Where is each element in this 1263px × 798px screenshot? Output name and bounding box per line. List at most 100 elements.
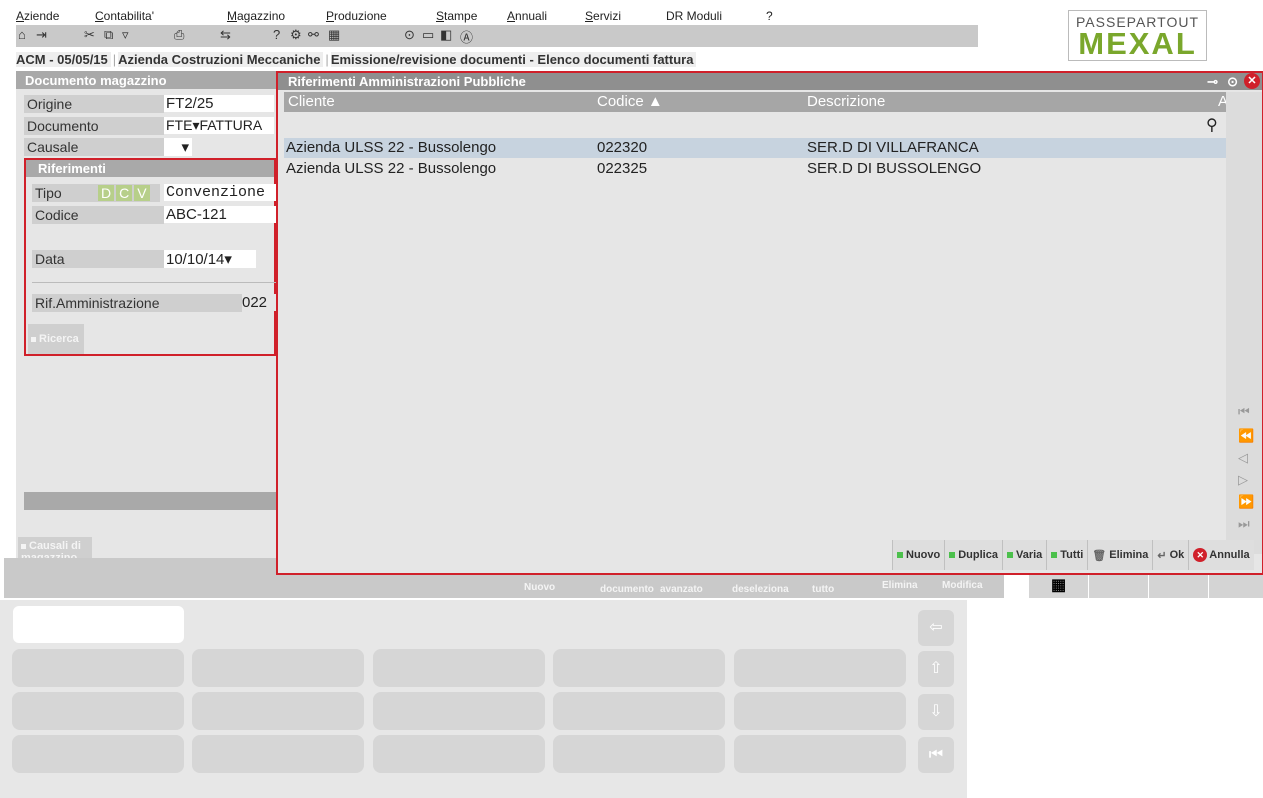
keypad-button[interactable] — [373, 735, 545, 773]
shift-up-icon[interactable]: ⇧ — [918, 651, 954, 687]
table-row[interactable]: Azienda ULSS 22 - Bussolengo 022320 SER.… — [284, 138, 1226, 158]
keypad-input[interactable] — [13, 606, 184, 643]
search-icon[interactable]: ⚲ — [1206, 115, 1218, 135]
data-field[interactable]: 10/10/14▾ — [164, 250, 256, 268]
arrows-icon[interactable]: ⇆ — [220, 27, 231, 43]
varia-button[interactable]: Varia — [1001, 540, 1047, 570]
print-icon[interactable]: ⎙ — [174, 27, 184, 43]
cancel-icon: ✕ — [1193, 548, 1208, 562]
dialog-title: Riferimenti Amministrazioni Pubbliche ⊸ … — [278, 73, 1262, 90]
last-page-icon[interactable]: ⏭ — [1238, 516, 1250, 532]
keypad-button[interactable] — [12, 649, 184, 687]
keypad-button[interactable] — [192, 649, 364, 687]
col-descrizione[interactable]: Descrizione — [807, 93, 885, 110]
menu-magazzino[interactable]: Magazzino — [227, 9, 285, 23]
grid-slot — [1088, 573, 1148, 598]
next-page-icon[interactable]: ⏩ — [1238, 494, 1254, 510]
keypad-button[interactable] — [373, 649, 545, 687]
next-icon[interactable]: ▷ — [1238, 472, 1248, 488]
close-icon[interactable]: ✕ — [1244, 73, 1260, 89]
tipo-selector: D C V — [96, 184, 160, 202]
documento-field[interactable]: FTE▾FATTURA — [164, 117, 274, 134]
link-icon[interactable]: ⚯ — [308, 27, 319, 43]
tutti-button[interactable]: Tutti — [1046, 540, 1088, 570]
home-icon[interactable]: ⌂ — [18, 27, 26, 42]
tipo-d[interactable]: D — [98, 185, 115, 201]
vertical-scrollbar[interactable]: ⏮ ⏪ ◁ ▷ ⏩ ⏭ — [1226, 92, 1262, 554]
riferimenti-pa-dialog: Riferimenti Amministrazioni Pubbliche ⊸ … — [276, 71, 1263, 575]
keypad-button[interactable] — [12, 735, 184, 773]
codice-label: Codice — [32, 206, 164, 224]
calculator-icon[interactable]: ▦ — [328, 27, 340, 43]
codice-field[interactable]: ABC-121 — [164, 206, 276, 223]
breadcrumb: ACM - 05/05/15 | Azienda Costruzioni Mecca… — [16, 52, 697, 68]
panel-icon[interactable]: ◧ — [440, 27, 452, 43]
passepartout-logo: PASSEPARTOUT MEXAL — [1068, 10, 1207, 61]
backspace-icon[interactable]: ⇦ — [918, 610, 954, 646]
font-icon[interactable]: Ⓐ — [460, 27, 473, 46]
keypad-button[interactable] — [734, 692, 906, 730]
first-page-icon[interactable]: ⏮ — [1238, 404, 1250, 420]
keypad-toggle-icon[interactable]: ▦ — [1028, 573, 1088, 598]
origine-label: Origine — [24, 95, 164, 113]
help-icon[interactable]: ? — [273, 27, 280, 42]
menu-servizi[interactable]: Servizi — [585, 9, 621, 23]
menu-moduli[interactable]: DR Moduli — [666, 9, 722, 23]
nuovo-button[interactable]: Nuovo — [892, 540, 945, 570]
tipo-c[interactable]: C — [116, 185, 133, 201]
tipo-v[interactable]: V — [134, 185, 150, 201]
copy-icon[interactable]: ⧉ — [104, 27, 113, 43]
menu-aziende[interactable]: Aziende — [16, 9, 59, 23]
riferimenti-box: Riferimenti Tipo D C V Convenzione Codic… — [24, 158, 276, 356]
first-icon[interactable]: ⏮ — [918, 737, 954, 773]
keypad-area: ⇦ ⇧ ⇩ ⏮ — [0, 600, 967, 798]
ok-button[interactable]: ↵ Ok — [1152, 540, 1189, 570]
duplica-button[interactable]: Duplica — [944, 540, 1002, 570]
data-label: Data — [32, 250, 164, 268]
shift-down-icon[interactable]: ⇩ — [918, 694, 954, 730]
enter-icon: ↵ — [1157, 549, 1167, 562]
scissors-icon[interactable]: ✂ — [84, 27, 95, 43]
monitor-icon[interactable]: ▭ — [422, 27, 434, 43]
causale-dropdown[interactable]: ▾ — [164, 138, 192, 156]
col-codice[interactable]: Codice ▲ — [597, 93, 663, 110]
menu-contabilita[interactable]: Contabilita' — [95, 9, 154, 23]
breadcrumb-company: Azienda Costruzioni Meccaniche — [118, 52, 324, 67]
paste-icon[interactable]: ▿ — [122, 27, 129, 43]
toolbar-spacer — [778, 25, 978, 47]
causale-label: Causale — [24, 138, 164, 156]
origine-field[interactable]: FT2/25 — [164, 95, 274, 112]
menu-help[interactable]: ? — [766, 9, 773, 23]
keypad-button[interactable] — [192, 692, 364, 730]
rif-amministrazione-field[interactable]: 022 — [242, 294, 276, 311]
col-cliente[interactable]: Cliente — [288, 93, 335, 110]
keypad-button[interactable] — [373, 692, 545, 730]
menu-produzione[interactable]: Produzione — [326, 9, 387, 23]
keypad-button[interactable] — [734, 649, 906, 687]
annulla-button[interactable]: ✕ Annulla — [1188, 540, 1254, 570]
keypad-button[interactable] — [553, 692, 725, 730]
keypad-button[interactable] — [553, 649, 725, 687]
exit-icon[interactable]: ⇥ — [36, 27, 47, 43]
menu-annuali[interactable]: Annuali — [507, 9, 547, 23]
prev-page-icon[interactable]: ⏪ — [1238, 428, 1254, 444]
menu-stampe[interactable]: Stampe — [436, 9, 477, 23]
keypad-button[interactable] — [734, 735, 906, 773]
prev-icon[interactable]: ◁ — [1238, 450, 1248, 466]
tools-icon[interactable]: ⚙ — [290, 27, 302, 43]
keypad-button[interactable] — [553, 735, 725, 773]
elimina-button[interactable]: 🗑 Elimina — [1087, 540, 1153, 570]
target-icon[interactable]: ⊙ — [404, 27, 415, 43]
keypad-button[interactable] — [12, 692, 184, 730]
keypad-button[interactable] — [192, 735, 364, 773]
divider-bar — [24, 492, 278, 510]
panel-title: Documento magazzino — [16, 71, 278, 89]
tipo-value-field[interactable]: Convenzione — [164, 184, 276, 201]
breadcrumb-date: ACM - 05/05/15 — [16, 52, 111, 67]
documento-label: Documento — [24, 117, 164, 135]
pin-icon[interactable]: ⊸ — [1207, 74, 1218, 90]
table-row[interactable]: Azienda ULSS 22 - Bussolengo 022325 SER.… — [284, 159, 1226, 179]
target-icon[interactable]: ⊙ — [1227, 74, 1238, 90]
table-header: Cliente Codice ▲ Descrizione A — [284, 92, 1228, 112]
ricerca-button[interactable]: Ricerca — [28, 324, 84, 354]
